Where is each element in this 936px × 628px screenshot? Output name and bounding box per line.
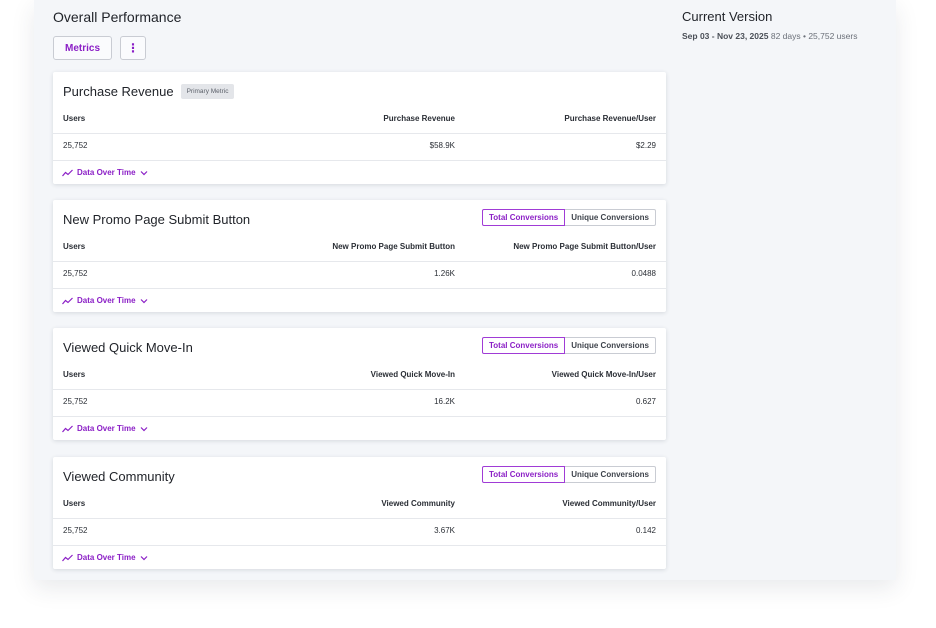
divider [53,389,666,390]
table-header-row: Users Viewed Community Viewed Community/… [63,499,656,512]
col-metric-header: Viewed Quick Move-In [370,370,455,379]
metrics-button[interactable]: Metrics [53,36,113,60]
version-meta: 82 days • 25,752 users [770,31,858,41]
data-over-time-label: Data Over Time [77,424,136,433]
data-over-time-label: Data Over Time [77,168,136,177]
more-options-button[interactable]: ⋮ [120,36,147,60]
unique-conversions-tab[interactable]: Unique Conversions [565,337,656,354]
users-value: 25,752 [63,397,88,406]
col-per-user-header: New Promo Page Submit Button/User [513,242,656,251]
trend-line-icon [62,554,73,561]
card-title: New Promo Page Submit Button [63,211,251,227]
users-value: 25,752 [63,526,88,535]
users-value: 25,752 [63,269,88,278]
col-per-user-header: Viewed Quick Move-In/User [551,370,656,379]
per-user-value: 0.142 [635,526,656,535]
divider [53,545,666,546]
unique-conversions-tab[interactable]: Unique Conversions [565,209,656,226]
metric-card-viewed-quick-move-in: Viewed Quick Move-In Total Conversions U… [53,328,666,440]
per-user-value: $2.29 [635,141,656,150]
divider [53,518,666,519]
table-row: 25,752 3.67K 0.142 [63,526,656,539]
card-title: Purchase Revenue [63,83,174,99]
divider [53,261,666,262]
metric-card-purchase-revenue: Purchase Revenue Primary Metric Users Pu… [53,72,666,184]
card-header: Viewed Community [63,467,175,485]
col-users-header: Users [63,499,86,508]
date-range: Sep 03 - Nov 23, 2025 [682,31,769,41]
chevron-down-icon [140,426,147,431]
trend-line-icon [62,297,73,304]
data-over-time-label: Data Over Time [77,553,136,562]
col-metric-header: Purchase Revenue [383,114,455,123]
col-metric-header: New Promo Page Submit Button [332,242,455,251]
total-conversions-tab[interactable]: Total Conversions [482,466,566,483]
col-users-header: Users [63,242,86,251]
table-header-row: Users Purchase Revenue Purchase Revenue/… [63,114,656,127]
total-conversions-tab[interactable]: Total Conversions [482,209,566,226]
data-over-time-toggle[interactable]: Data Over Time [62,553,148,562]
total-conversions-tab[interactable]: Total Conversions [482,337,566,354]
conversion-type-toggle: Total Conversions Unique Conversions [482,209,656,226]
chevron-down-icon [140,170,147,175]
conversion-type-toggle: Total Conversions Unique Conversions [482,466,656,483]
metric-value: 1.26K [434,269,455,278]
per-user-value: 0.0488 [631,269,656,278]
trend-line-icon [62,425,73,432]
metric-card-viewed-community: Viewed Community Total Conversions Uniqu… [53,457,666,569]
col-per-user-header: Viewed Community/User [562,499,656,508]
table-header-row: Users New Promo Page Submit Button New P… [63,242,656,255]
users-value: 25,752 [63,141,88,150]
toolbar: Metrics ⋮ [53,36,147,60]
metric-card-new-promo-page-submit-button: New Promo Page Submit Button Total Conve… [53,200,666,312]
trend-line-icon [62,169,73,176]
table-row: 25,752 1.26K 0.0488 [63,269,656,282]
col-metric-header: Viewed Community [381,499,455,508]
divider [53,288,666,289]
table-header-row: Users Viewed Quick Move-In Viewed Quick … [63,370,656,383]
card-header: New Promo Page Submit Button [63,210,250,228]
divider [53,133,666,134]
card-title: Viewed Community [63,468,175,484]
card-title: Viewed Quick Move-In [63,339,193,355]
col-users-header: Users [63,370,86,379]
card-header: Viewed Quick Move-In [63,338,193,356]
table-row: 25,752 $58.9K $2.29 [63,141,656,154]
current-version-title: Current Version [682,9,773,24]
metric-value: 16.2K [434,397,455,406]
conversion-type-toggle: Total Conversions Unique Conversions [482,337,656,354]
card-header: Purchase Revenue Primary Metric [63,82,235,100]
data-over-time-toggle[interactable]: Data Over Time [62,168,148,177]
metric-value: 3.67K [434,526,455,535]
current-version-summary: Sep 03 - Nov 23, 2025 82 days • 25,752 u… [682,31,857,41]
per-user-value: 0.627 [635,397,656,406]
data-over-time-toggle[interactable]: Data Over Time [62,296,148,305]
col-per-user-header: Purchase Revenue/User [564,114,656,123]
primary-metric-badge: Primary Metric [180,83,235,99]
section-title: Overall Performance [53,9,182,25]
table-row: 25,752 16.2K 0.627 [63,397,656,410]
chevron-down-icon [140,298,147,303]
data-over-time-label: Data Over Time [77,296,136,305]
col-users-header: Users [63,114,86,123]
chevron-down-icon [140,555,147,560]
data-over-time-toggle[interactable]: Data Over Time [62,424,148,433]
divider [53,160,666,161]
unique-conversions-tab[interactable]: Unique Conversions [565,466,656,483]
divider [53,416,666,417]
metric-value: $58.9K [429,141,455,150]
